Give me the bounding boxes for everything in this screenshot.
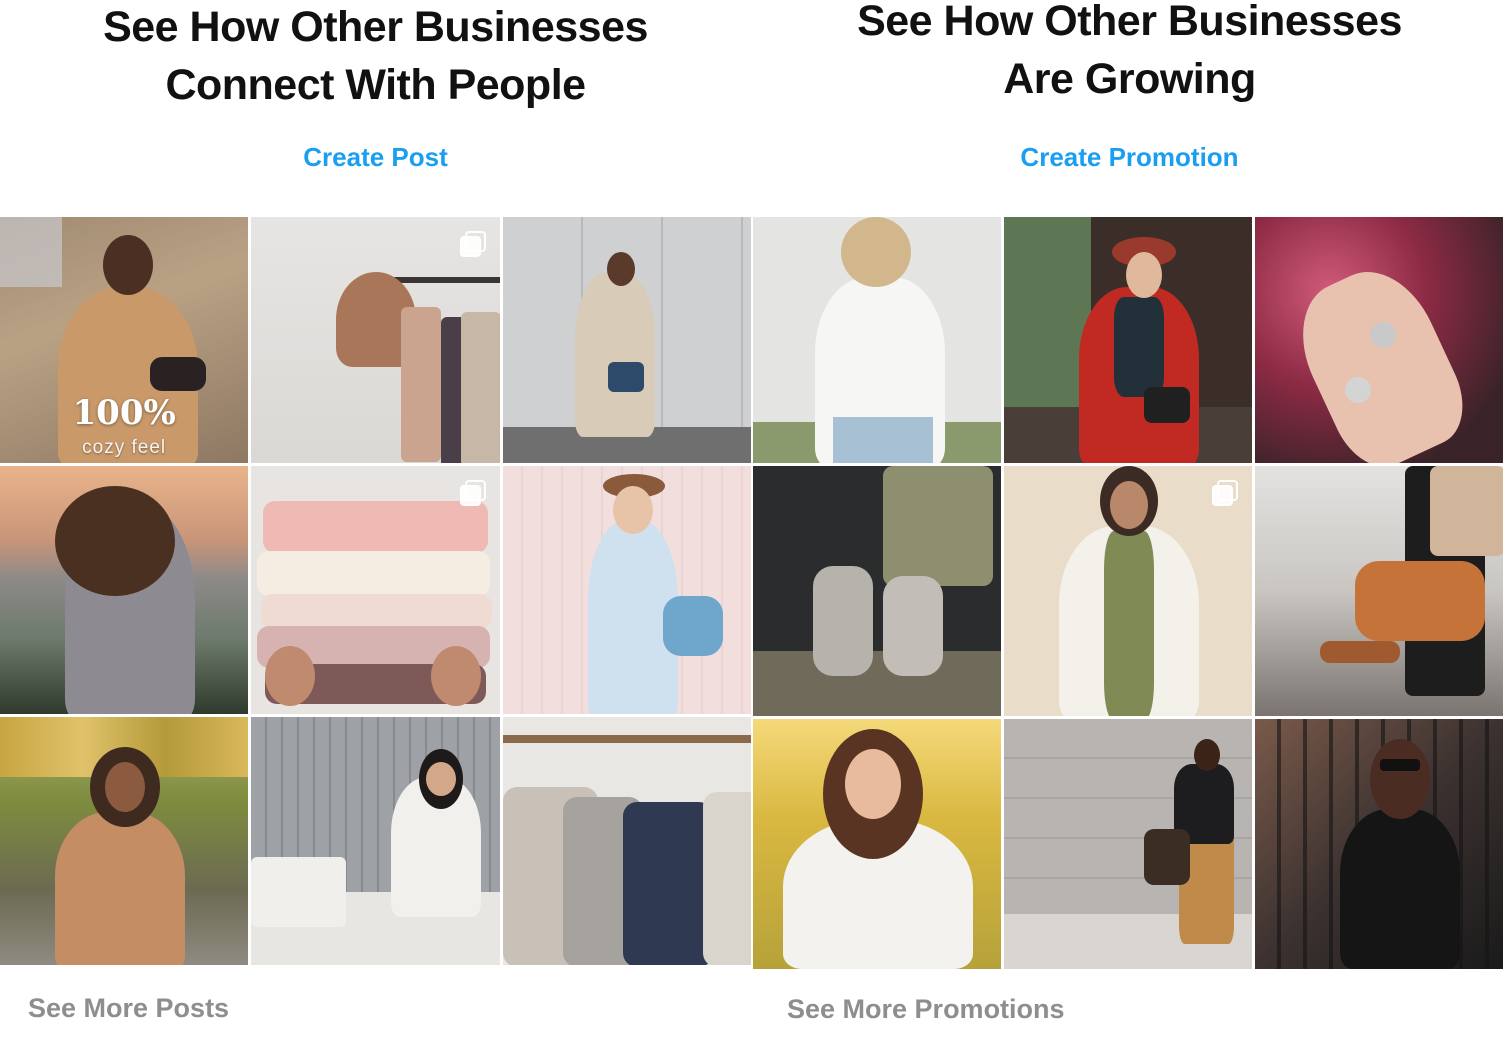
create-promotion-button[interactable]: Create Promotion [753,142,1506,173]
see-more-promotions-link[interactable]: See More Promotions [787,994,1065,1025]
posts-heading: See How Other Businesses Connect With Pe… [0,0,751,114]
promotions-heading-line2: Are Growing [1003,55,1256,103]
tile-woman-white-dress-hat[interactable] [502,466,751,714]
tile-woman-cream-cardigan[interactable] [1004,466,1252,716]
posts-panel: See How Other Businesses Connect With Pe… [0,0,751,1048]
tile-hand-rings-flowers[interactable] [1255,217,1503,463]
promotions-heading: See How Other Businesses Are Growing [753,0,1506,108]
tile-leather-duffel-bag[interactable] [1255,466,1503,716]
posts-heading-line2: Connect With People [165,61,586,109]
tile-woman-white-sweater[interactable] [753,217,1001,463]
create-post-button[interactable]: Create Post [0,142,751,173]
promotions-grid [753,217,1503,969]
tile-man-socks-car[interactable] [753,466,1001,716]
page: See How Other Businesses Connect With Pe… [0,0,1506,1048]
tile-woman-field-sunlight[interactable] [753,719,1001,969]
tile-stacked-knit-sweaters[interactable] [251,466,500,714]
tile-woman-sunglasses-fence[interactable] [1255,719,1503,969]
tile-man-camel-coat[interactable]: 100% cozy feel [0,217,249,463]
see-more-posts-link[interactable]: See More Posts [28,993,229,1024]
tile-overlay-percent: 100% [72,393,176,433]
posts-grid: 100% cozy feel [0,217,751,965]
tile-overlay-caption: cozy feel [82,437,167,458]
promotions-heading-line1: See How Other Businesses [857,0,1402,45]
tile-hat-on-clothes-rack[interactable] [251,217,500,463]
posts-heading-line1: See How Other Businesses [103,3,648,51]
tile-woman-hair-sunset[interactable] [0,466,249,714]
tile-knitwear-on-hangers[interactable] [502,717,751,965]
multi-photo-icon [1212,480,1238,506]
tile-woman-sewing-studio[interactable] [251,717,500,965]
multi-photo-icon [459,231,486,257]
promotions-panel: See How Other Businesses Are Growing Cre… [753,0,1506,1048]
tile-woman-park-coffee[interactable] [0,717,249,965]
tile-woman-red-fur-jacket[interactable] [1004,217,1252,463]
tile-woman-walking-trench-coat[interactable] [502,217,751,463]
multi-photo-icon [459,480,486,506]
tile-man-walking-tote[interactable] [1004,719,1252,969]
